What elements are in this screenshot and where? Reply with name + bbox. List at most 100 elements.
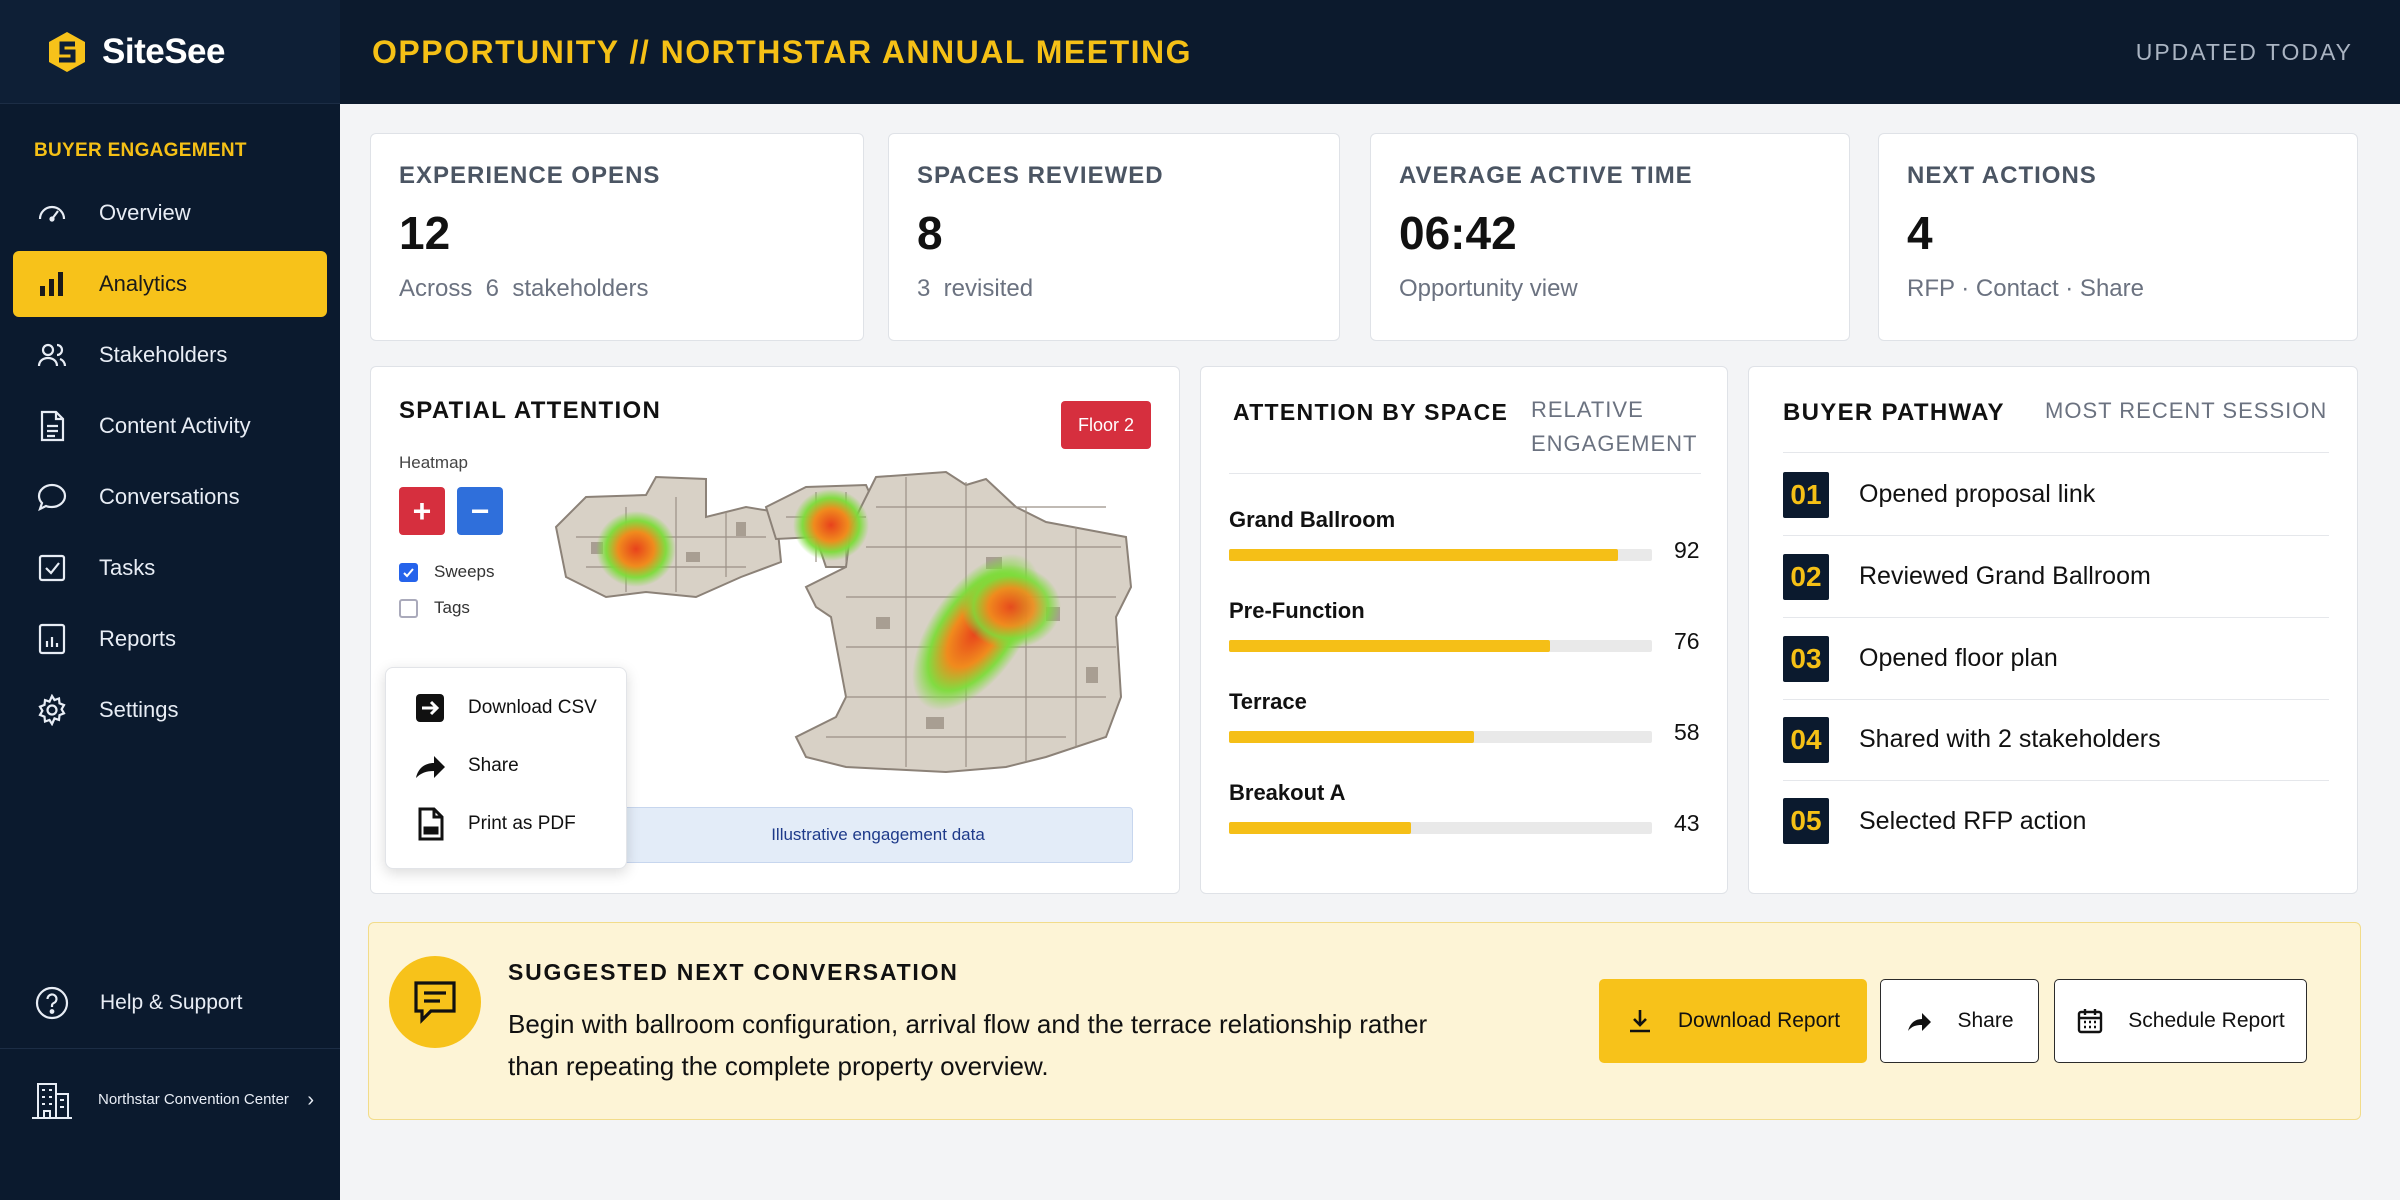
- illustrative-data-note: Illustrative engagement data: [623, 807, 1133, 863]
- stat-label: AVERAGE ACTIVE TIME: [1399, 162, 1693, 189]
- space-bar-row: Grand Ballroom 92: [1229, 507, 1701, 563]
- stat-label: EXPERIENCE OPENS: [399, 162, 661, 189]
- sidebar-item-label: Conversations: [99, 484, 240, 509]
- sidebar-item-label: Stakeholders: [99, 342, 228, 367]
- zoom-out-button[interactable]: −: [457, 487, 503, 535]
- step-number: 04: [1783, 716, 1829, 763]
- report-icon: [35, 622, 69, 656]
- menu-item-print-pdf[interactable]: Print as PDF: [412, 806, 576, 842]
- sidebar-item-reports[interactable]: Reports: [13, 606, 327, 672]
- divider: [1229, 473, 1701, 474]
- heatmap-label: Heatmap: [399, 453, 468, 472]
- pathway-step: 02 Reviewed Grand Ballroom: [1783, 536, 2329, 618]
- download-report-button[interactable]: Download Report: [1599, 979, 1867, 1063]
- download-icon: [1626, 1007, 1654, 1035]
- step-text: Selected RFP action: [1859, 806, 2087, 835]
- updated-status: UPDATED TODAY: [2135, 38, 2353, 65]
- document-icon: [35, 409, 69, 443]
- message-icon: [389, 956, 481, 1048]
- venue-switcher[interactable]: Northstar Convention Center ›: [0, 1048, 340, 1150]
- menu-item-label: Share: [468, 755, 519, 776]
- top-bar: OPPORTUNITY // NORTHSTAR ANNUAL MEETING …: [340, 0, 2400, 104]
- space-value: 58: [1674, 719, 1700, 745]
- stat-card-average-active-time: AVERAGE ACTIVE TIME 06:42 Opportunity vi…: [1370, 133, 1850, 341]
- stat-value: 06:42: [1399, 207, 1517, 259]
- download-icon: [412, 690, 448, 726]
- help-support-link[interactable]: Help & Support: [34, 985, 242, 1021]
- suggestion-body: Begin with ballroom configuration, arriv…: [508, 1009, 1428, 1081]
- panel-title: ATTENTION BY SPACE: [1233, 399, 1509, 425]
- toggle-tags[interactable]: Tags: [399, 598, 470, 618]
- step-text: Reviewed Grand Ballroom: [1859, 562, 2151, 590]
- bar-track: [1229, 549, 1652, 561]
- export-menu: Download CSV Share Print as PDF: [385, 667, 627, 869]
- menu-item-download-csv[interactable]: Download CSV: [412, 690, 597, 726]
- space-name: Terrace: [1229, 689, 1307, 714]
- sidebar-item-label: Analytics: [99, 271, 188, 296]
- stat-value: 8: [917, 207, 943, 259]
- sidebar-item-overview[interactable]: Overview: [13, 180, 327, 246]
- pathway-step: 05 Selected RFP action: [1783, 780, 2329, 862]
- page-title: OPPORTUNITY // NORTHSTAR ANNUAL MEETING: [372, 33, 1192, 70]
- share-icon: [1905, 1007, 1933, 1035]
- menu-item-share[interactable]: Share: [412, 748, 519, 784]
- share-button[interactable]: Share: [1880, 979, 2039, 1063]
- stat-subtext: RFP · Contact · Share: [1907, 275, 2144, 302]
- schedule-report-button[interactable]: Schedule Report: [2054, 979, 2307, 1063]
- floor-plan-heatmap[interactable]: [546, 467, 1146, 797]
- app-name: SiteSee: [102, 31, 225, 71]
- sidebar-item-label: Reports: [99, 626, 177, 651]
- pdf-icon: [412, 806, 448, 842]
- share-icon: [412, 748, 448, 784]
- subtitle-line: RELATIVE: [1531, 397, 1644, 422]
- space-name: Pre-Function: [1229, 598, 1365, 623]
- panel-subtitle: MOST RECENT SESSION: [2045, 398, 2328, 423]
- sidebar-item-settings[interactable]: Settings: [13, 677, 327, 743]
- sidebar-item-conversations[interactable]: Conversations: [13, 464, 327, 530]
- sidebar-item-label: Overview: [99, 200, 191, 225]
- section-label: BUYER ENGAGEMENT: [34, 140, 247, 161]
- sidebar-item-content-activity[interactable]: Content Activity: [13, 393, 327, 459]
- floor-selector-button[interactable]: Floor 2: [1061, 401, 1151, 449]
- subtitle-line: ENGAGEMENT: [1531, 431, 1698, 456]
- checkbox-checked[interactable]: [399, 562, 418, 582]
- bar-fill: [1229, 822, 1411, 834]
- checkbox-unchecked[interactable]: [399, 598, 418, 618]
- logo[interactable]: SiteSee: [0, 0, 340, 104]
- sidebar-item-label: Tasks: [99, 555, 156, 580]
- pathway-step: 04 Shared with 2 stakeholders: [1783, 699, 2329, 781]
- suggested-conversation-banner: SUGGESTED NEXT CONVERSATION Begin with b…: [368, 922, 2361, 1120]
- bar-track: [1229, 822, 1652, 834]
- space-value: 92: [1674, 537, 1700, 563]
- bar-chart-icon: [35, 267, 69, 301]
- panel-title: SPATIAL ATTENTION: [399, 397, 662, 424]
- sidebar-item-stakeholders[interactable]: Stakeholders: [13, 322, 327, 388]
- toggle-sweeps[interactable]: Sweeps: [399, 562, 494, 582]
- button-label: Download Report: [1677, 1009, 1841, 1032]
- bar-fill: [1229, 549, 1619, 561]
- building-icon: [30, 1080, 72, 1120]
- sidebar-nav: Overview Analytics Stakeholders Content …: [0, 180, 340, 743]
- gear-icon: [35, 693, 69, 727]
- space-bar-row: Breakout A 43: [1229, 780, 1701, 836]
- panel-title: BUYER PATHWAY: [1783, 399, 2005, 426]
- step-text: Shared with 2 stakeholders: [1859, 725, 2161, 753]
- help-icon: [34, 985, 70, 1021]
- stat-label: NEXT ACTIONS: [1907, 162, 2097, 189]
- space-value: 43: [1674, 810, 1700, 836]
- menu-item-label: Download CSV: [468, 697, 597, 718]
- space-bar-row: Pre-Function 76: [1229, 598, 1701, 654]
- panel-subtitle: RELATIVE ENGAGEMENT: [1531, 393, 1697, 461]
- attention-by-space-panel: ATTENTION BY SPACE RELATIVE ENGAGEMENT G…: [1200, 366, 1728, 894]
- users-icon: [35, 338, 69, 372]
- gauge-icon: [35, 196, 69, 230]
- sitesee-logo-icon: [49, 31, 85, 72]
- chevron-right-icon: ›: [307, 1089, 314, 1111]
- zoom-in-button[interactable]: +: [399, 487, 445, 535]
- stat-card-experience-opens: EXPERIENCE OPENS 12 Across 6 stakeholder…: [370, 133, 864, 341]
- sidebar-item-tasks[interactable]: Tasks: [13, 535, 327, 601]
- chat-icon: [35, 480, 69, 514]
- sidebar-item-analytics[interactable]: Analytics: [13, 251, 327, 317]
- space-name: Breakout A: [1229, 780, 1346, 805]
- step-number: 03: [1783, 635, 1829, 682]
